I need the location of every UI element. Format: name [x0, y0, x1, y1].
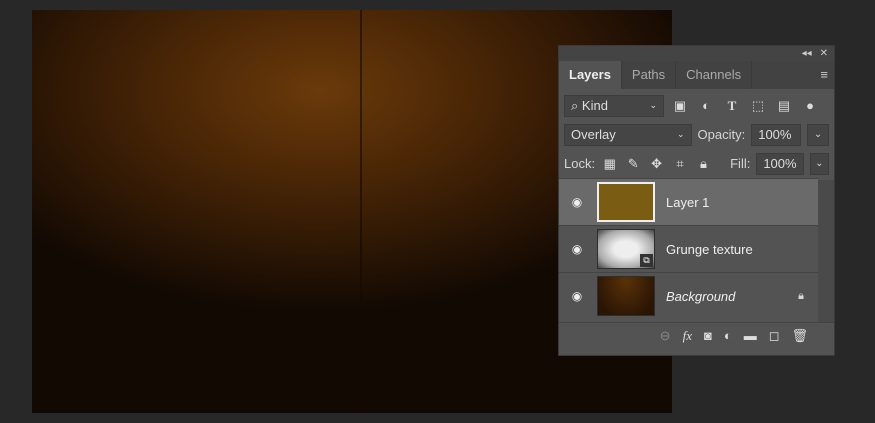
eye-icon[interactable]: ◉: [567, 242, 587, 256]
smart-object-filter-icon[interactable]: ▤: [774, 98, 794, 114]
lock-artboard-icon[interactable]: ⌗: [671, 156, 688, 172]
layer-name[interactable]: Layer 1: [666, 195, 709, 210]
collapse-icon[interactable]: ◂◂: [802, 46, 812, 61]
filter-toggle-icon[interactable]: ●: [800, 98, 820, 113]
panel-menu-icon[interactable]: ≡: [820, 67, 828, 82]
trash-icon[interactable]: 🗑︎: [791, 328, 808, 344]
layers-panel: ◂◂ ✕ Layers Paths Channels ≡ ⌕ Kind ⌄ ▣ ◐ …: [558, 45, 835, 356]
shape-filter-icon[interactable]: ⬚: [748, 98, 768, 114]
lock-label: Lock:: [564, 156, 596, 171]
layer-row-layer-1[interactable]: ◉ Layer 1: [559, 178, 818, 225]
fill-value: 100%: [763, 156, 797, 171]
layer-row-background[interactable]: ◉ Background 🔒︎: [559, 272, 818, 319]
type-filter-icon[interactable]: T: [722, 98, 742, 114]
lock-paint-brush-icon[interactable]: ✎: [624, 156, 641, 172]
blend-mode-value: Overlay: [571, 127, 616, 142]
layers-scrollbar[interactable]: [818, 180, 834, 322]
blend-mode-select[interactable]: Overlay ⌄: [564, 123, 692, 146]
link-layers-icon[interactable]: ⊖: [660, 328, 671, 344]
adjustment-layer-icon[interactable]: ◐: [724, 328, 732, 343]
new-layer-icon[interactable]: ◻: [769, 328, 780, 344]
search-icon: ⌕: [571, 97, 579, 113]
new-group-folder-icon[interactable]: ▬: [744, 328, 757, 343]
smart-object-badge-icon: ⧉: [640, 254, 653, 267]
filter-kind-select[interactable]: ⌕ Kind ⌄: [564, 94, 664, 117]
opacity-dropdown[interactable]: ⌄: [807, 123, 829, 146]
eye-icon[interactable]: ◉: [567, 195, 587, 209]
layer-thumbnail: [597, 276, 655, 316]
adjustment-filter-icon[interactable]: ◐: [696, 98, 716, 113]
layer-name[interactable]: Grunge texture: [666, 242, 753, 257]
layer-lock-icon: 🔒︎: [798, 289, 804, 302]
tab-paths[interactable]: Paths: [622, 61, 677, 89]
fill-dropdown[interactable]: ⌄: [809, 152, 829, 175]
layer-thumbnail: ⧉: [597, 229, 655, 269]
opacity-input[interactable]: 100%: [751, 123, 802, 146]
fill-label: Fill:: [730, 156, 751, 171]
opacity-value: 100%: [758, 127, 792, 142]
paper-crease: [360, 10, 362, 413]
opacity-label: Opacity:: [697, 127, 746, 142]
tab-layers[interactable]: Layers: [559, 61, 622, 89]
tab-channels[interactable]: Channels: [676, 61, 753, 89]
add-mask-icon[interactable]: ◙: [704, 328, 712, 343]
layer-row-grunge-texture[interactable]: ◉ ⧉ Grunge texture: [559, 225, 818, 272]
lock-transparent-icon[interactable]: ▦: [601, 156, 618, 172]
close-icon[interactable]: ✕: [820, 46, 828, 61]
pixel-filter-icon[interactable]: ▣: [670, 98, 690, 114]
layer-thumbnail: [597, 182, 655, 222]
filter-kind-label: Kind: [581, 97, 608, 113]
lock-all-icon[interactable]: 🔒︎: [695, 156, 712, 172]
eye-icon[interactable]: ◉: [567, 289, 587, 303]
lock-position-move-icon[interactable]: ✥: [648, 156, 665, 172]
layer-name[interactable]: Background: [666, 289, 735, 304]
fill-input[interactable]: 100%: [756, 152, 804, 175]
fx-icon[interactable]: fx: [683, 328, 692, 344]
